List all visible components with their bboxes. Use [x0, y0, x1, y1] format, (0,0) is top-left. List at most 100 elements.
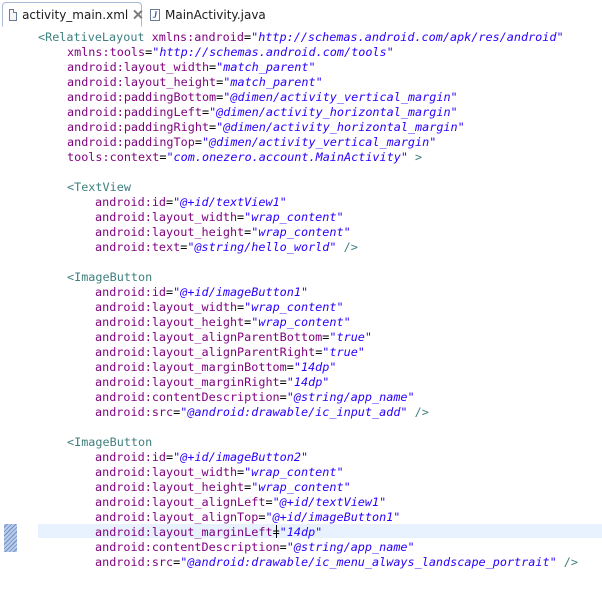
code-line: android:layout_height="wrap_content"	[95, 225, 351, 240]
code-line: android:layout_alignLeft="@+id/textView1…	[95, 495, 386, 510]
code-line: <RelativeLayout xmlns:android="http://sc…	[38, 30, 564, 45]
xml-attribute-token: android:layout_alignTop	[95, 510, 259, 524]
xml-value-token: "@dimen/activity_horizontal_margin"	[216, 120, 465, 134]
tab-activity-main-xml[interactable]: activity_main.xml	[2, 2, 142, 27]
xml-attribute-token: android:contentDescription	[95, 390, 280, 404]
code-line: android:layout_height="wrap_content"	[95, 480, 351, 495]
code-line: android:layout_height="match_parent"	[67, 75, 323, 90]
xml-attribute-token: android:src	[95, 555, 174, 569]
code-line: android:paddingTop="@dimen/activity_vert…	[67, 135, 436, 150]
xml-value-token: "@dimen/activity_horizontal_margin"	[209, 105, 458, 119]
xml-tag-token: <RelativeLayout	[38, 30, 152, 44]
xml-value-token: "@+id/imageButton1"	[265, 510, 401, 524]
xml-attribute-token: android:layout_height	[95, 225, 245, 239]
xml-value-token: "true"	[322, 345, 365, 359]
xml-attribute-token: android:paddingLeft	[67, 105, 202, 119]
xml-punctuation-token: =	[279, 390, 287, 404]
code-line: android:layout_marginBottom="14dp"	[95, 360, 337, 375]
xml-value-token: "http://schemas.android.com/apk/res/andr…	[251, 30, 564, 44]
code-line: android:layout_marginRight="14dp"	[95, 375, 329, 390]
xml-attribute-token: android:paddingTop	[67, 135, 195, 149]
xml-tag-token: />	[407, 405, 429, 419]
xml-value-token: "@android:drawable/ic_menu_always_landsc…	[180, 555, 557, 569]
xml-attribute-token: android:layout_width	[67, 60, 210, 74]
code-line: tools:context="com.onezero.account.MainA…	[67, 150, 422, 165]
code-line: android:layout_width="wrap_content"	[95, 300, 344, 315]
code-line: android:layout_width="wrap_content"	[95, 465, 344, 480]
xml-punctuation-token: =	[279, 540, 287, 554]
xml-value-token: "match_parent"	[216, 60, 316, 74]
xml-attribute-token: android:layout_height	[95, 480, 245, 494]
xml-value-token: "@string/app_name"	[286, 390, 415, 404]
xml-attribute-token: xmlns:tools	[67, 45, 146, 59]
xml-value-token: "http://schemas.android.com/tools"	[152, 45, 394, 59]
xml-value-token: "wrap_content"	[251, 315, 351, 329]
xml-tag-token: <ImageButton	[67, 435, 153, 449]
xml-value-token: "match_parent"	[223, 75, 323, 89]
code-line: android:layout_alignParentBottom="true"	[95, 330, 372, 345]
xml-value-token: "wrap_content"	[244, 465, 344, 479]
code-line: android:paddingRight="@dimen/activity_ho…	[67, 120, 465, 135]
xml-attribute-token: android:layout_alignParentBottom	[95, 330, 323, 344]
xml-value-token: "14dp"	[279, 525, 323, 539]
xml-editor-window: activity_main.xml J MainActivity.java <R…	[0, 0, 602, 591]
quick-diff-change-marker[interactable]	[4, 524, 17, 552]
code-line: android:layout_alignParentRight="true"	[95, 345, 365, 360]
xml-punctuation-token: =	[286, 360, 294, 374]
code-line: <ImageButton	[67, 435, 152, 450]
tab-label: MainActivity.java	[165, 7, 266, 22]
code-line: android:paddingLeft="@dimen/activity_hor…	[67, 105, 458, 120]
xml-value-token: "wrap_content"	[244, 300, 344, 314]
xml-attribute-token: android:id	[95, 450, 167, 464]
tab-label: activity_main.xml	[22, 7, 129, 22]
xml-tag-token: <TextView	[67, 180, 131, 194]
xml-value-token: "@+id/textView1"	[173, 195, 287, 209]
code-line: android:contentDescription="@string/app_…	[95, 390, 415, 405]
code-line: android:id="@+id/imageButton1"	[95, 285, 308, 300]
xml-value-token: "wrap_content"	[244, 210, 344, 224]
tab-main-activity-java[interactable]: J MainActivity.java	[148, 2, 266, 27]
xml-tag-token: >	[407, 150, 423, 164]
code-editor[interactable]: <RelativeLayout xmlns:android = "http://sc…	[0, 28, 602, 591]
vertical-ruler	[0, 28, 26, 591]
xml-attribute-token: android:id	[95, 285, 167, 299]
xml-tag-token: />	[556, 555, 578, 569]
xml-attribute-token: android:layout_alignParentRight	[95, 345, 316, 359]
xml-value-token: "14dp"	[293, 360, 337, 374]
code-line: android:layout_width="match_parent"	[67, 60, 316, 75]
code-line: android:contentDescription="@string/app_…	[95, 540, 415, 555]
xml-attribute-token: android:layout_marginBottom	[95, 360, 287, 374]
xml-attribute-token: android:layout_height	[95, 315, 245, 329]
code-line: xmlns:tools="http://schemas.android.com/…	[67, 45, 394, 60]
code-line: android:id="@+id/textView1"	[95, 195, 287, 210]
xml-value-token: "wrap_content"	[251, 480, 351, 494]
xml-attribute-token: android:layout_width	[95, 210, 238, 224]
xml-attribute-token: android:id	[95, 195, 167, 209]
xml-value-token: "true"	[329, 330, 373, 344]
xml-attribute-token: tools:context	[67, 150, 160, 164]
editor-tab-bar: activity_main.xml J MainActivity.java	[0, 0, 602, 29]
xml-attribute-token: android:text	[95, 240, 181, 254]
code-line: android:text="@string/hello_world" />	[95, 240, 358, 255]
xml-attribute-token: android:layout_width	[95, 465, 238, 479]
close-icon[interactable]	[133, 10, 141, 19]
xml-value-token: "@dimen/activity_vertical_margin"	[223, 90, 458, 104]
xml-value-token: "@+id/imageButton1"	[173, 285, 309, 299]
code-line: android:paddingBottom="@dimen/activity_v…	[67, 90, 458, 105]
xml-punctuation-token: =	[265, 495, 273, 509]
xml-punctuation-token: =	[201, 105, 210, 119]
xml-value-token: "wrap_content"	[251, 225, 351, 239]
text-caret	[276, 525, 277, 538]
xml-value-token: "@android:drawable/ic_input_add"	[180, 405, 408, 419]
xml-attribute-token: android:src	[95, 405, 174, 419]
xml-attribute-token: android:layout_marginRight	[95, 375, 280, 389]
xml-value-token: "com.onezero.account.MainActivity"	[166, 150, 408, 164]
xml-value-token: "@string/hello_world"	[187, 240, 337, 254]
xml-attribute-token: android:layout_height	[67, 75, 217, 89]
java-file-icon: J	[150, 8, 160, 21]
code-line: android:layout_marginLeft="14dp"	[95, 525, 322, 540]
code-line: <TextView	[67, 180, 131, 195]
xml-value-token: "@dimen/activity_vertical_margin"	[201, 135, 437, 149]
xml-attribute-token: xmlns:android	[151, 30, 244, 44]
xml-attribute-token: android:contentDescription	[95, 540, 280, 554]
